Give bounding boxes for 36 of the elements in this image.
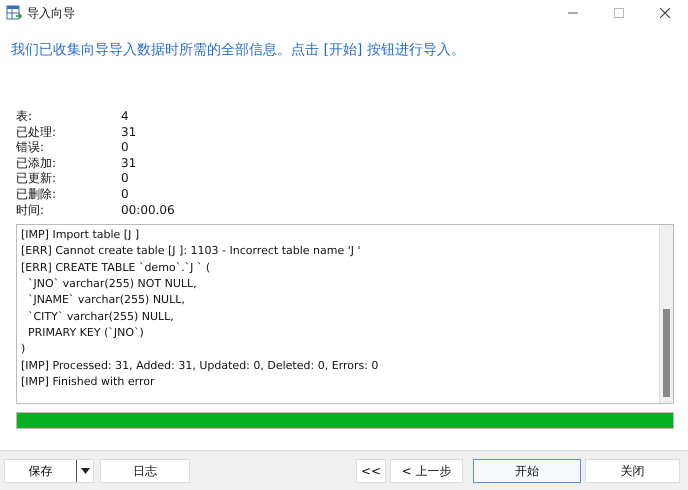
dialog-button[interactable]: < 上一步 [390, 458, 463, 482]
log-line: [IMP] Import table [J ] [21, 227, 140, 244]
scrollbar[interactable] [659, 225, 673, 404]
dialog-button[interactable]: << [356, 458, 386, 482]
dialog-button[interactable]: 开始 [473, 458, 581, 482]
stat-value: 0 [121, 140, 129, 154]
log-line: `JNAME` varchar(255) NULL, [26, 292, 186, 308]
log-line: [IMP] Finished with error [21, 374, 156, 390]
instruction-text: 我们已收集向导导入数据时所需的全部信息。点击 [开始] 按钮进行导入。 [11, 41, 466, 60]
stat-value: 31 [121, 124, 136, 139]
log-line: ) [21, 341, 26, 358]
stat-value: 4 [121, 109, 129, 123]
window-title: 导入向导 [27, 5, 75, 22]
stat-label: 已删除: [16, 186, 58, 203]
stat-value: 0 [121, 186, 129, 201]
scrollbar-thumb[interactable] [663, 309, 670, 398]
log-line: [ERR] CREATE TABLE `demo`.`J ` ( [21, 260, 212, 276]
stat-label: 时间: [16, 202, 46, 218]
stat-value: 00:00.06 [121, 202, 175, 217]
app-icon [6, 5, 22, 21]
dialog-button[interactable]: 关闭 [585, 458, 680, 482]
stat-label: 错误: [16, 140, 46, 156]
log-line: [ERR] Cannot create table [J ]: 1103 - Incorrect table name 'J ' [21, 243, 362, 260]
log-line: PRIMARY KEY (`JNO`) [26, 324, 145, 341]
stat-value: 31 [121, 156, 136, 170]
close-icon[interactable] [660, 8, 670, 18]
stat-label: 表: [16, 109, 34, 125]
stat-value: 0 [121, 171, 129, 186]
stat-label: 已添加: [16, 156, 58, 172]
save-split-button[interactable]: 保存 [4, 458, 94, 482]
dialog-button[interactable]: 日志 [100, 458, 190, 482]
log-line: `CITY` varchar(255) NULL, [26, 308, 175, 325]
log-line: [IMP] Processed: 31, Added: 31, Updated: 0, Deleted: 0, Errors: 0 [21, 358, 380, 374]
stat-label: 已更新: [16, 171, 58, 187]
stat-label: 已处理: [16, 124, 58, 140]
log-line: `JNO` varchar(255) NOT NULL, [26, 276, 198, 292]
